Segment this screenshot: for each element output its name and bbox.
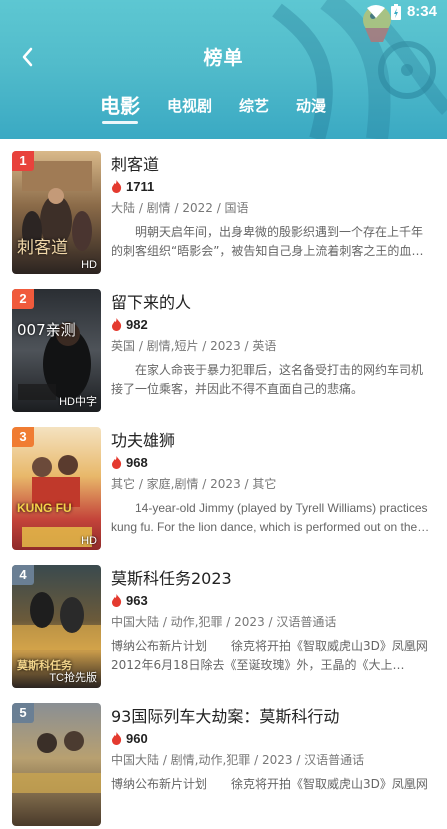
quality-label: HD bbox=[81, 535, 97, 547]
tab-movie[interactable]: 电影 bbox=[100, 94, 140, 124]
item-info: 留下来的人 982 英国 / 剧情,短片 / 2023 / 英语 在家人命丧于暴… bbox=[111, 292, 433, 399]
movie-title[interactable]: 93国际列车大劫案：莫斯科行动 bbox=[111, 706, 433, 728]
rank-badge: 1 bbox=[12, 151, 34, 171]
status-time: 8:34 bbox=[406, 3, 437, 20]
movie-meta: 大陆 / 剧情 / 2022 / 国语 bbox=[111, 201, 249, 215]
heat-score: 1711 bbox=[111, 179, 433, 194]
poster-title-overlay: 007亲测 bbox=[17, 321, 76, 339]
flame-icon bbox=[112, 456, 122, 469]
description-text: 博纳公布新片计划 徐克将开拍《智取威虎山3D》凤凰网2012年6月18日除去《至… bbox=[111, 639, 428, 672]
movie-title[interactable]: 留下来的人 bbox=[111, 292, 433, 314]
flame-icon bbox=[112, 732, 122, 745]
poster-title-overlay: 刺客道 bbox=[17, 238, 68, 258]
poster-title-overlay: KUNG FU bbox=[17, 501, 72, 515]
heat-value: 982 bbox=[126, 317, 148, 332]
list-item[interactable]: 2 007亲测 HD中字 留下来的人 982 英国 / 剧情,短片 / 2023… bbox=[0, 277, 447, 415]
rank-badge: 5 bbox=[12, 703, 34, 723]
flame-icon bbox=[112, 594, 122, 607]
movie-poster[interactable]: 1 刺客道 HD bbox=[12, 151, 101, 274]
movie-description: 明朝天启年间，出身卑微的殷影织遇到一个存在上千年的刺客组织“晤影会”，被告知自己… bbox=[111, 223, 433, 261]
list-item[interactable]: 4 莫斯科任务 TC抢先版 莫斯科任务2023 963 中国大陆 / 动作,犯罪… bbox=[0, 553, 447, 691]
movie-meta: 英国 / 剧情,短片 / 2023 / 英语 bbox=[111, 339, 277, 353]
item-info: 93国际列车大劫案：莫斯科行动 960 中国大陆 / 剧情,动作,犯罪 / 20… bbox=[111, 706, 433, 813]
movie-poster[interactable]: 5 bbox=[12, 703, 101, 826]
list-item[interactable]: 1 刺客道 HD 刺客道 1711 大陆 / 剧情 / 2022 / 国语 明朝… bbox=[0, 139, 447, 277]
movie-title[interactable]: 功夫雄狮 bbox=[111, 430, 433, 452]
quality-label: TC抢先版 bbox=[49, 672, 97, 684]
page-title: 榜单 bbox=[203, 47, 244, 69]
description-text: 博纳公布新片计划 徐克将开拍《智取威虎山3D》凤凰网 bbox=[111, 777, 428, 791]
wifi-icon bbox=[366, 4, 385, 18]
movie-poster[interactable]: 3 KUNG FU HD bbox=[12, 427, 101, 550]
header-banner: 8:34 榜单 电影 电视剧 综艺 动漫 bbox=[0, 0, 447, 139]
movie-description: 博纳公布新片计划 徐克将开拍《智取威虎山3D》凤凰网2012年6月18日除去《至… bbox=[111, 637, 433, 675]
movie-title[interactable]: 莫斯科任务2023 bbox=[111, 568, 433, 590]
category-tabs: 电影 电视剧 综艺 动漫 bbox=[100, 94, 353, 124]
movie-meta: 其它 / 家庭,剧情 / 2023 / 其它 bbox=[111, 477, 277, 491]
heat-score: 960 bbox=[111, 731, 433, 746]
movie-meta: 中国大陆 / 剧情,动作,犯罪 / 2023 / 汉语普通话 bbox=[111, 753, 365, 767]
movie-description: 博纳公布新片计划 徐克将开拍《智取威虎山3D》凤凰网 bbox=[111, 775, 433, 813]
item-info: 功夫雄狮 968 其它 / 家庭,剧情 / 2023 / 其它 14-year-… bbox=[111, 430, 433, 537]
quality-label: HD中字 bbox=[59, 396, 97, 408]
movie-title[interactable]: 刺客道 bbox=[111, 154, 433, 176]
heat-value: 968 bbox=[126, 455, 148, 470]
ranking-list: 1 刺客道 HD 刺客道 1711 大陆 / 剧情 / 2022 / 国语 明朝… bbox=[0, 139, 447, 829]
tab-variety[interactable]: 综艺 bbox=[239, 94, 269, 118]
heat-value: 960 bbox=[126, 731, 148, 746]
movie-meta: 中国大陆 / 动作,犯罪 / 2023 / 汉语普通话 bbox=[111, 615, 337, 629]
movie-poster[interactable]: 4 莫斯科任务 TC抢先版 bbox=[12, 565, 101, 688]
heat-value: 963 bbox=[126, 593, 148, 608]
rank-badge: 2 bbox=[12, 289, 34, 309]
tab-tv-series[interactable]: 电视剧 bbox=[167, 94, 212, 118]
movie-poster[interactable]: 2 007亲测 HD中字 bbox=[12, 289, 101, 412]
flame-icon bbox=[112, 180, 122, 193]
list-item[interactable]: 5 93国际列车大劫案：莫斯科行动 960 中国大陆 / 剧情,动作,犯罪 / … bbox=[0, 691, 447, 829]
description-text: 14-year-old Jimmy (played by Tyrell Will… bbox=[111, 501, 428, 534]
description-text: 明朝天启年间，出身卑微的殷影织遇到一个存在上千年的刺客组织“晤影会”，被告知自己… bbox=[111, 225, 424, 258]
item-info: 刺客道 1711 大陆 / 剧情 / 2022 / 国语 明朝天启年间，出身卑微… bbox=[111, 154, 433, 261]
rank-badge: 3 bbox=[12, 427, 34, 447]
flame-icon bbox=[112, 318, 122, 331]
heat-score: 982 bbox=[111, 317, 433, 332]
description-text: 在家人命丧于暴力犯罪后，这名备受打击的网约车司机接了一位乘客，并因此不得不直面自… bbox=[111, 363, 424, 396]
quality-label: HD bbox=[81, 259, 97, 271]
rank-badge: 4 bbox=[12, 565, 34, 585]
tab-anime[interactable]: 动漫 bbox=[296, 94, 326, 118]
heat-score: 968 bbox=[111, 455, 433, 470]
movie-description: 在家人命丧于暴力犯罪后，这名备受打击的网约车司机接了一位乘客，并因此不得不直面自… bbox=[111, 361, 433, 399]
heat-value: 1711 bbox=[126, 179, 155, 194]
status-bar: 8:34 bbox=[0, 0, 447, 24]
list-item[interactable]: 3 KUNG FU HD 功夫雄狮 968 其它 / 家庭,剧情 / 2023 … bbox=[0, 415, 447, 553]
item-info: 莫斯科任务2023 963 中国大陆 / 动作,犯罪 / 2023 / 汉语普通… bbox=[111, 568, 433, 675]
movie-description: 14-year-old Jimmy (played by Tyrell Will… bbox=[111, 499, 433, 537]
heat-score: 963 bbox=[111, 593, 433, 608]
battery-icon bbox=[390, 3, 401, 20]
